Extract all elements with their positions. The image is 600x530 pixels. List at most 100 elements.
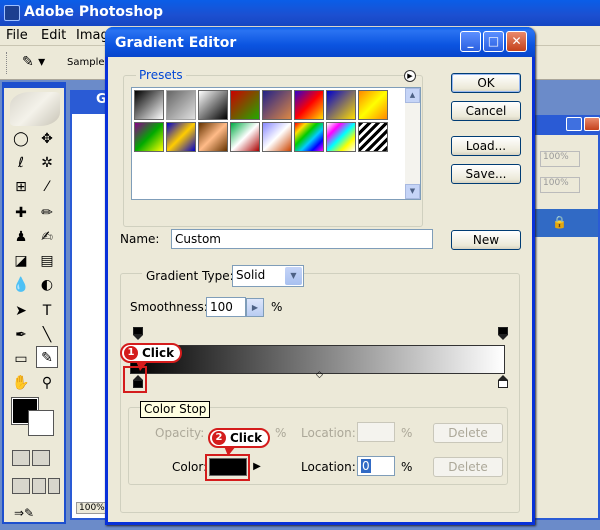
- smoothness-label: Smoothness:: [130, 300, 208, 314]
- magic-wand-tool-icon[interactable]: ✲: [36, 152, 58, 174]
- opacity-delete-button[interactable]: Delete: [433, 423, 503, 443]
- path-select-tool-icon[interactable]: ➤: [10, 300, 32, 322]
- preset-swatch[interactable]: [294, 90, 324, 120]
- maximize-button[interactable]: □: [483, 31, 504, 52]
- document-window: G 100%: [70, 90, 110, 520]
- preset-swatch[interactable]: [134, 122, 164, 152]
- lock-icon: 🔒: [552, 215, 567, 229]
- menu-file[interactable]: File: [6, 28, 28, 43]
- preset-swatch[interactable]: [230, 90, 260, 120]
- stop-color-swatch[interactable]: [209, 458, 247, 476]
- color-delete-button[interactable]: Delete: [433, 457, 503, 477]
- eyedropper-icon[interactable]: ✎ ▾: [22, 54, 45, 70]
- smoothness-field[interactable]: 100: [206, 297, 246, 317]
- preset-swatch[interactable]: [166, 122, 196, 152]
- color-stop-tooltip: Color Stop: [140, 401, 211, 418]
- eraser-tool-icon[interactable]: ◪: [10, 250, 32, 272]
- new-button[interactable]: New: [451, 230, 521, 250]
- callout-1-text: Click: [142, 346, 175, 360]
- callout-2-number: 2: [212, 431, 226, 445]
- color-location-value: 0: [361, 459, 371, 473]
- cancel-button[interactable]: Cancel: [451, 101, 521, 121]
- smoothness-percent: %: [271, 300, 283, 314]
- blur-tool-icon[interactable]: 💧: [10, 274, 32, 296]
- smoothness-spinner-icon[interactable]: ▶: [246, 298, 264, 317]
- preset-swatch[interactable]: [262, 90, 292, 120]
- presets-menu-icon[interactable]: ▶: [404, 70, 416, 82]
- palette-fill[interactable]: 100%: [540, 177, 580, 193]
- preset-swatch[interactable]: [198, 122, 228, 152]
- preset-swatch[interactable]: [326, 122, 356, 152]
- palette-opacity[interactable]: 100%: [540, 151, 580, 167]
- preset-swatch[interactable]: [134, 90, 164, 120]
- history-brush-tool-icon[interactable]: ✍: [36, 226, 58, 248]
- load-button[interactable]: Load...: [451, 136, 521, 156]
- dialog-title-bar: Gradient Editor _ □ ✕: [105, 27, 535, 57]
- chevron-down-icon[interactable]: ▼: [285, 267, 302, 285]
- preset-swatch[interactable]: [230, 122, 260, 152]
- brush-tool-icon[interactable]: ✏: [36, 202, 58, 224]
- eyedropper-tool-icon[interactable]: ✎: [36, 346, 58, 368]
- ok-button[interactable]: OK: [451, 73, 521, 93]
- toolbox: ◯ ✥ ℓ ✲ ⊞ ⁄ ✚ ✏ ♟ ✍ ◪ ▤ 💧 ◐ ➤ T ✒ ╲ ▭ ✎ …: [2, 82, 66, 524]
- preset-swatch[interactable]: [358, 122, 388, 152]
- save-button[interactable]: Save...: [451, 164, 521, 184]
- midpoint-diamond-icon[interactable]: ◇: [316, 370, 323, 380]
- notes-tool-icon[interactable]: ▭: [10, 348, 32, 370]
- lasso-tool-icon[interactable]: ℓ: [10, 152, 32, 174]
- opacity-stop-right[interactable]: [498, 327, 508, 341]
- preset-swatch[interactable]: [198, 90, 228, 120]
- crop-tool-icon[interactable]: ⊞: [10, 176, 32, 198]
- dodge-tool-icon[interactable]: ◐: [36, 274, 58, 296]
- name-label: Name:: [120, 232, 160, 246]
- menu-edit[interactable]: Edit: [41, 28, 66, 43]
- palette-minimize-icon[interactable]: [566, 117, 582, 131]
- move-tool-icon[interactable]: ✥: [36, 128, 58, 150]
- color-location-percent: %: [401, 460, 413, 474]
- gradient-type-select[interactable]: Solid ▼: [232, 265, 304, 287]
- color-location-field[interactable]: 0: [357, 456, 395, 476]
- preset-swatch[interactable]: [166, 90, 196, 120]
- opacity-location-label: Location:: [301, 426, 356, 440]
- gradient-type-value: Solid: [236, 268, 266, 282]
- stamp-tool-icon[interactable]: ♟: [10, 226, 32, 248]
- presets-scrollbar[interactable]: ▲ ▼: [405, 88, 420, 199]
- preset-swatch[interactable]: [262, 122, 292, 152]
- slice-tool-icon[interactable]: ⁄: [36, 176, 58, 198]
- scroll-up-icon[interactable]: ▲: [405, 88, 420, 103]
- pen-tool-icon[interactable]: ✒: [10, 324, 32, 346]
- color-stop-right[interactable]: [498, 375, 508, 389]
- type-tool-icon[interactable]: T: [36, 300, 58, 322]
- palette-close-icon[interactable]: [584, 117, 600, 131]
- hand-tool-icon[interactable]: ✋: [10, 372, 32, 394]
- preset-swatch[interactable]: [326, 90, 356, 120]
- zoom-tool-icon[interactable]: ⚲: [36, 372, 58, 394]
- document-zoom[interactable]: 100%: [76, 502, 108, 514]
- color-label: Color:: [172, 460, 208, 474]
- gradient-type-label: Gradient Type:: [142, 269, 238, 283]
- callout-1-number: 1: [124, 346, 138, 360]
- feather-logo-icon: [10, 92, 60, 126]
- preset-swatch[interactable]: [358, 90, 388, 120]
- options-grip[interactable]: [6, 52, 9, 74]
- color-menu-arrow-icon[interactable]: ▶: [251, 458, 263, 476]
- marquee-tool-icon[interactable]: ◯: [10, 128, 32, 150]
- app-title: Adobe Photoshop: [24, 4, 163, 20]
- opacity-location-field: [357, 422, 395, 442]
- close-button[interactable]: ✕: [506, 31, 527, 52]
- menu-image[interactable]: Imag: [76, 28, 109, 43]
- name-field[interactable]: Custom: [171, 229, 433, 249]
- minimize-button[interactable]: _: [460, 31, 481, 52]
- gradient-tool-icon[interactable]: ▤: [36, 250, 58, 272]
- presets-list[interactable]: ▲ ▼: [131, 87, 421, 200]
- line-tool-icon[interactable]: ╲: [36, 324, 58, 346]
- quick-mask-buttons[interactable]: [12, 450, 60, 468]
- screen-mode-buttons[interactable]: [12, 478, 64, 496]
- background-color-swatch[interactable]: [28, 410, 54, 436]
- callout-1: 1 Click: [120, 343, 183, 371]
- preset-swatch[interactable]: [294, 122, 324, 152]
- healing-tool-icon[interactable]: ✚: [10, 202, 32, 224]
- scroll-down-icon[interactable]: ▼: [405, 184, 420, 199]
- jump-to-imageready-icon[interactable]: ⇒✎: [14, 506, 54, 524]
- opacity-stop-left[interactable]: [133, 327, 143, 341]
